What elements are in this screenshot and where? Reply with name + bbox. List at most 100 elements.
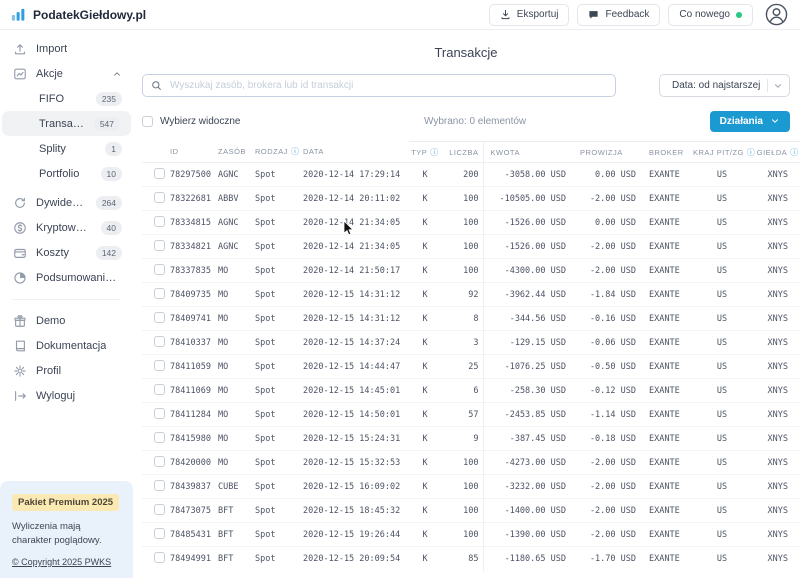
cell-zasob: AGNC [216,163,253,187]
brand-logo[interactable]: PodatekGiełdowy.pl [10,6,146,23]
count-badge: 235 [96,92,122,106]
row-checkbox-cell [142,379,168,403]
feedback-button[interactable]: Feedback [577,4,660,26]
chevron-down-icon [773,81,783,91]
cell-typ: K [409,499,441,523]
cell-kwota: -3962.44 USD [483,283,571,307]
column-header-kwota: KWOTA [483,142,571,163]
sidebar-item-portfolio[interactable]: Portfolio 10 [0,161,133,186]
cell-liczba: 9 [441,427,483,451]
table-row: 78409735MOSpot2020-12-15 14:31:12K92-396… [142,283,800,307]
cell-gielda: XNYS [753,235,800,259]
cell-id: 78415980 [168,427,216,451]
transactions-table-body: 78297500AGNCSpot2020-12-14 17:29:14K200-… [142,163,800,571]
sidebar: Import Akcje FIFO 235 Transakcje 547 Spl… [0,30,133,578]
row-checkbox[interactable] [154,528,165,539]
row-checkbox[interactable] [154,240,165,251]
cell-data: 2020-12-14 21:34:05 [301,235,409,259]
table-row: 78334815AGNCSpot2020-12-14 21:34:05K100-… [142,211,800,235]
cell-id: 78411069 [168,379,216,403]
cell-broker: EXANTE [641,259,691,283]
cell-data: 2020-12-15 15:24:31 [301,427,409,451]
sidebar-item-dywidendy[interactable]: Dywidendy 264 [0,190,133,215]
row-checkbox[interactable] [154,552,165,563]
sort-dropdown[interactable]: Data: od najstarszej [659,74,790,97]
select-visible-control[interactable]: Wybierz widoczne [142,116,241,127]
search-input[interactable] [168,79,607,92]
info-icon[interactable]: ⓘ [790,148,799,157]
export-button[interactable]: Eksportuj [489,4,570,26]
row-checkbox[interactable] [154,384,165,395]
sidebar-item-splity[interactable]: Splity 1 [0,136,133,161]
download-icon [500,9,511,20]
sidebar-item-kryptowaluty[interactable]: Kryptowaluty 40 [0,215,133,240]
sidebar-item-dokumentacja[interactable]: Dokumentacja [0,333,133,358]
cell-typ: K [409,163,441,187]
count-badge: 1 [105,142,122,156]
crypto-coin-icon [13,221,27,235]
cell-typ: K [409,283,441,307]
copyright-link[interactable]: © Copyright 2025 PWKS [12,557,111,567]
row-checkbox[interactable] [154,504,165,515]
cell-data: 2020-12-15 14:37:24 [301,331,409,355]
row-checkbox[interactable] [154,480,165,491]
cell-rodzaj: Spot [253,307,301,331]
row-checkbox[interactable] [154,168,165,179]
search-box[interactable] [142,74,616,97]
cell-broker: EXANTE [641,211,691,235]
row-checkbox[interactable] [154,264,165,275]
info-icon[interactable]: ⓘ [430,148,439,157]
select-visible-checkbox[interactable] [142,116,153,127]
whats-new-button[interactable]: Co nowego [668,4,753,26]
sidebar-item-wyloguj[interactable]: Wyloguj [0,383,133,408]
row-checkbox[interactable] [154,432,165,443]
user-avatar-icon[interactable] [765,3,788,26]
count-badge: 40 [101,221,122,235]
sidebar-item-profil[interactable]: Profil [0,358,133,383]
top-bar: PodatekGiełdowy.pl Eksportuj Feedback Co… [0,0,800,30]
row-checkbox[interactable] [154,336,165,347]
cell-liczba: 6 [441,379,483,403]
cell-prowizja: -2.00 USD [571,235,641,259]
cell-kraj: US [691,187,753,211]
row-checkbox[interactable] [154,360,165,371]
sidebar-divider [13,299,120,300]
cell-gielda: XNYS [753,355,800,379]
sidebar-item-akcje[interactable]: Akcje [0,61,133,86]
info-icon[interactable]: ⓘ [747,148,756,157]
cell-zasob: BFT [216,499,253,523]
cell-prowizja: -2.00 USD [571,475,641,499]
cell-broker: EXANTE [641,547,691,571]
cell-kwota: -3232.00 USD [483,475,571,499]
export-label: Eksportuj [517,9,559,20]
transactions-table: IDZASÓBRODZAJⓘDATATYPⓘLICZBAKWOTAPROWIZJ… [142,141,790,571]
cell-kraj: US [691,331,753,355]
row-checkbox-cell [142,499,168,523]
sidebar-item-fifo[interactable]: FIFO 235 [0,86,133,111]
row-checkbox[interactable] [154,288,165,299]
cell-zasob: MO [216,379,253,403]
cell-id: 78409741 [168,307,216,331]
sidebar-item-koszty[interactable]: Koszty 142 [0,240,133,265]
actions-button[interactable]: Działania [710,111,790,132]
cell-kwota: -4273.00 USD [483,451,571,475]
info-icon[interactable]: ⓘ [291,147,300,156]
cell-id: 78334821 [168,235,216,259]
cell-typ: K [409,307,441,331]
row-checkbox[interactable] [154,216,165,227]
row-checkbox[interactable] [154,192,165,203]
cell-gielda: XNYS [753,451,800,475]
select-visible-label: Wybierz widoczne [160,116,241,127]
sidebar-item-transakcje[interactable]: Transakcje 547 [2,111,131,136]
column-header-zasob: ZASÓB [216,142,253,163]
refresh-icon [13,196,27,210]
sidebar-item-demo[interactable]: Demo [0,308,133,333]
row-checkbox[interactable] [154,312,165,323]
row-checkbox[interactable] [154,456,165,467]
cell-data: 2020-12-14 20:11:02 [301,187,409,211]
sidebar-item-import[interactable]: Import [0,36,133,61]
cell-typ: K [409,235,441,259]
row-checkbox[interactable] [154,408,165,419]
cell-broker: EXANTE [641,403,691,427]
sidebar-item-podsumowanie-pit38[interactable]: Podsumowanie PIT-38 [0,265,133,290]
